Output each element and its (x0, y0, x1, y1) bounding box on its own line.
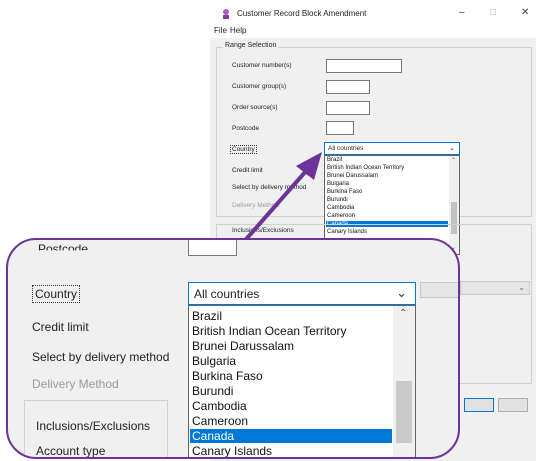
credit-limit-label: Credit limit (232, 167, 263, 174)
close-button[interactable]: ✕ (521, 7, 529, 18)
magnified-secondary-combo[interactable] (420, 282, 458, 298)
magnified-country-combo[interactable]: All countries ⌄ (188, 282, 416, 305)
customer-number-label: Customer number(s) (232, 62, 292, 69)
ok-button[interactable] (464, 398, 494, 412)
chevron-down-icon[interactable]: ⌄ (396, 285, 407, 301)
postcode-input[interactable] (326, 121, 354, 135)
magnified-country-label: Country (32, 285, 81, 303)
magnifier-callout: Postcode Country Credit limit Select by … (6, 238, 460, 459)
inclusions-label: Inclusions/Exclusions (232, 227, 294, 234)
list-item-selected[interactable]: Canada (190, 429, 392, 443)
cancel-button[interactable] (498, 398, 528, 412)
menu-bar: File Help (210, 24, 536, 38)
list-item[interactable]: Brazil (192, 309, 222, 323)
menu-file[interactable]: File (214, 26, 227, 35)
list-item[interactable]: Cameroon (192, 414, 248, 428)
postcode-label: Postcode (232, 125, 260, 132)
magnified-inclusions-label: Inclusions/Exclusions (36, 419, 151, 433)
magnified-scrollbar[interactable]: ⌃ (393, 306, 415, 457)
order-source-label: Order source(s) (232, 104, 278, 111)
customer-group-label: Customer group(s) (232, 83, 287, 90)
country-label: Country (230, 145, 257, 154)
window-title: Customer Record Block Amendment (237, 9, 367, 18)
list-item[interactable]: Bulgaria (327, 181, 349, 187)
list-item[interactable]: British Indian Ocean Territory (192, 324, 347, 338)
magnified-postcode-label: Postcode (38, 242, 89, 256)
magnified-combo-value: All countries (194, 287, 260, 301)
list-item[interactable]: Burundi (327, 197, 348, 203)
range-selection-label: Range Selection (223, 42, 279, 49)
magnified-credit-limit-label: Credit limit (32, 320, 89, 334)
secondary-combo[interactable]: ⌄ (460, 281, 530, 295)
select-delivery-label: Select by delivery method (232, 184, 307, 191)
order-source-input[interactable] (326, 101, 370, 115)
chevron-down-icon[interactable]: ⌄ (518, 283, 525, 292)
list-item[interactable]: Cambodia (327, 205, 354, 211)
list-item[interactable]: Burkina Faso (327, 189, 362, 195)
country-combo-value: All countries (328, 145, 364, 152)
list-item[interactable]: Brunei Darussalam (192, 339, 294, 353)
list-item[interactable]: Brunei Darussalam (327, 173, 378, 179)
customer-group-input[interactable] (326, 80, 370, 94)
magnified-delivery-method-label: Delivery Method (32, 377, 119, 391)
delivery-method-label: Delivery Method (232, 202, 279, 209)
list-item[interactable]: British Indian Ocean Territory (327, 165, 404, 171)
list-item[interactable]: Cambodia (192, 399, 247, 413)
magnified-account-type-label: Account type (36, 444, 106, 458)
list-item[interactable]: Canary Islands (192, 444, 272, 457)
scroll-up-icon[interactable]: ⌃ (399, 308, 407, 319)
list-item[interactable]: Brazil (327, 157, 342, 163)
maximize-button[interactable]: □ (490, 7, 496, 18)
scroll-up-icon[interactable]: ⌃ (451, 157, 456, 164)
magnified-country-list: Brazil British Indian Ocean Territory Br… (188, 305, 416, 457)
list-item[interactable]: Burkina Faso (192, 369, 263, 383)
list-item[interactable]: Bulgaria (192, 354, 236, 368)
chevron-down-icon[interactable]: ⌄ (449, 144, 455, 152)
menu-help[interactable]: Help (230, 26, 246, 35)
customer-number-input[interactable] (326, 59, 402, 73)
country-combo[interactable]: All countries ⌄ (324, 142, 460, 155)
scrollbar-thumb[interactable] (396, 381, 412, 443)
magnified-select-delivery-label: Select by delivery method (32, 350, 170, 364)
app-icon (223, 9, 229, 19)
list-item[interactable]: Cameroon (327, 213, 355, 219)
list-item[interactable]: Burundi (192, 384, 233, 398)
minimize-button[interactable]: – (459, 7, 465, 18)
magnified-postcode-input[interactable] (188, 240, 237, 256)
